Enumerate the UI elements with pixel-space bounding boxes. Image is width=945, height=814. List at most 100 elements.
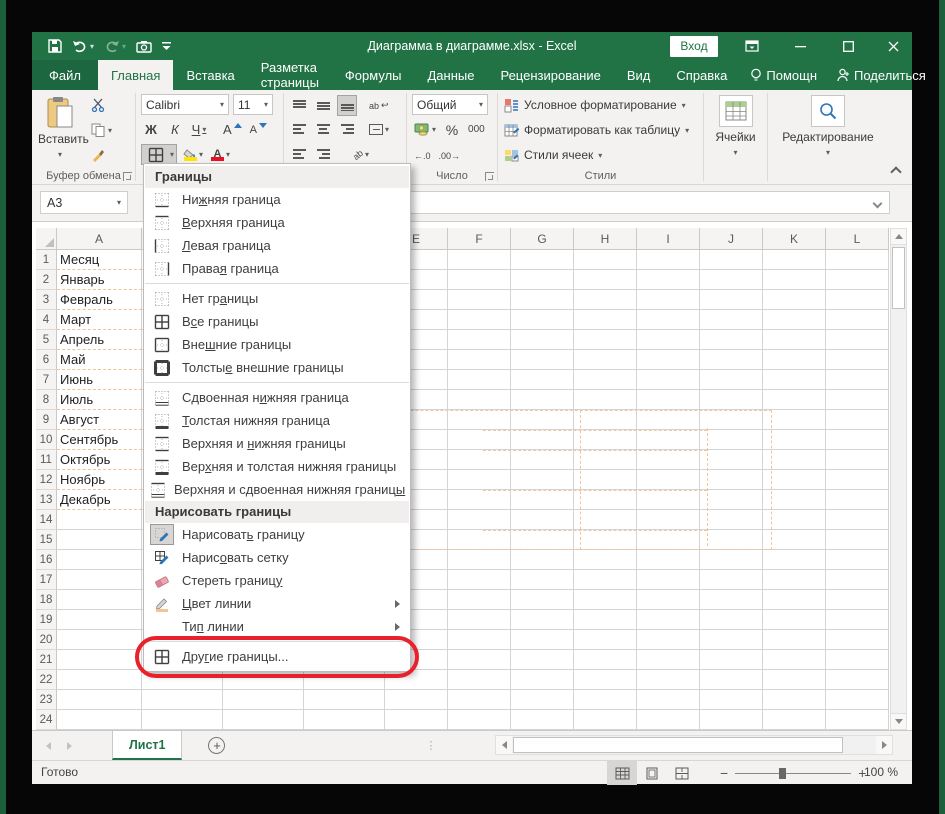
grid-cell-I16[interactable] xyxy=(637,550,700,570)
wrap-text-button[interactable]: ab↩ xyxy=(367,95,391,116)
grid-cell-H8[interactable] xyxy=(574,390,637,410)
grid-cell-F16[interactable] xyxy=(448,550,511,570)
grid-cell-I2[interactable] xyxy=(637,270,700,290)
orientation-button[interactable]: ab ▾ xyxy=(351,144,371,165)
grid-cell-G23[interactable] xyxy=(511,690,574,710)
grid-cell-F18[interactable] xyxy=(448,590,511,610)
grid-cell-L5[interactable] xyxy=(826,330,889,350)
borders-button[interactable]: ▾ xyxy=(141,144,177,165)
maximize-button[interactable] xyxy=(828,32,868,60)
menu-item[interactable]: Толстые внешние границы xyxy=(144,356,410,379)
grid-cell-H14[interactable] xyxy=(574,510,637,530)
grid-cell-L23[interactable] xyxy=(826,690,889,710)
grid-cell-G21[interactable] xyxy=(511,650,574,670)
comma-style-button[interactable]: 000 xyxy=(466,119,487,140)
grid-cell-J1[interactable] xyxy=(700,250,763,270)
grid-cell-F10[interactable] xyxy=(448,430,511,450)
grid-cell-J5[interactable] xyxy=(700,330,763,350)
grid-cell-L14[interactable] xyxy=(826,510,889,530)
grid-cell-F17[interactable] xyxy=(448,570,511,590)
grid-cell-L21[interactable] xyxy=(826,650,889,670)
grid-cell-G13[interactable] xyxy=(511,490,574,510)
grid-cell-G4[interactable] xyxy=(511,310,574,330)
grid-cell-G6[interactable] xyxy=(511,350,574,370)
grid-cell-F2[interactable] xyxy=(448,270,511,290)
grid-cell-F7[interactable] xyxy=(448,370,511,390)
menu-item[interactable]: Верхняя и нижняя границы xyxy=(144,432,410,455)
grid-cell-K24[interactable] xyxy=(763,710,826,730)
number-format-combo[interactable]: Общий ▾ xyxy=(412,94,488,115)
menu-item[interactable]: Правая граница xyxy=(144,257,410,280)
grid-cell-J15[interactable] xyxy=(700,530,763,550)
align-middle-button[interactable] xyxy=(313,95,333,116)
copy-button[interactable]: ▾ xyxy=(88,119,115,141)
grid-cell-I10[interactable] xyxy=(637,430,700,450)
grid-cell-F21[interactable] xyxy=(448,650,511,670)
grid-cell-K23[interactable] xyxy=(763,690,826,710)
row-header-20[interactable]: 20 xyxy=(36,630,57,650)
ribbon-display-options-button[interactable] xyxy=(735,32,769,60)
menu-item[interactable]: Нижняя граница xyxy=(144,188,410,211)
increase-decimal-button[interactable]: ←.0 xyxy=(412,145,433,166)
column-header-J[interactable]: J xyxy=(700,228,763,250)
grid-cell-L1[interactable] xyxy=(826,250,889,270)
tab-рецензирование[interactable]: Рецензирование xyxy=(487,60,613,90)
number-dialog-launcher-icon[interactable] xyxy=(485,172,494,181)
grid-cell-A3[interactable]: Февраль xyxy=(57,290,142,310)
grid-cell-J8[interactable] xyxy=(700,390,763,410)
grid-cell-L16[interactable] xyxy=(826,550,889,570)
menu-item[interactable]: Толстая нижняя граница xyxy=(144,409,410,432)
row-header-13[interactable]: 13 xyxy=(36,490,57,510)
grid-cell-L17[interactable] xyxy=(826,570,889,590)
grid-cell-L18[interactable] xyxy=(826,590,889,610)
grid-cell-A23[interactable] xyxy=(57,690,142,710)
grid-cell-G15[interactable] xyxy=(511,530,574,550)
grow-font-button[interactable]: A xyxy=(221,119,244,140)
column-header-H[interactable]: H xyxy=(574,228,637,250)
grid-cell-A24[interactable] xyxy=(57,710,142,730)
grid-cell-H19[interactable] xyxy=(574,610,637,630)
grid-cell-K21[interactable] xyxy=(763,650,826,670)
grid-cell-A13[interactable]: Декабрь xyxy=(57,490,142,510)
grid-cell-A9[interactable]: Август xyxy=(57,410,142,430)
grid-cell-J24[interactable] xyxy=(700,710,763,730)
grid-cell-F1[interactable] xyxy=(448,250,511,270)
grid-cell-L24[interactable] xyxy=(826,710,889,730)
grid-cell-D23[interactable] xyxy=(304,690,385,710)
grid-cell-K22[interactable] xyxy=(763,670,826,690)
grid-cell-A19[interactable] xyxy=(57,610,142,630)
grid-cell-H7[interactable] xyxy=(574,370,637,390)
row-header-11[interactable]: 11 xyxy=(36,450,57,470)
grid-cell-K1[interactable] xyxy=(763,250,826,270)
grid-cell-B24[interactable] xyxy=(142,710,223,730)
grid-cell-I8[interactable] xyxy=(637,390,700,410)
grid-cell-I9[interactable] xyxy=(637,410,700,430)
grid-cell-F22[interactable] xyxy=(448,670,511,690)
align-left-button[interactable] xyxy=(289,119,309,140)
grid-cell-H21[interactable] xyxy=(574,650,637,670)
grid-cell-I5[interactable] xyxy=(637,330,700,350)
accounting-format-button[interactable]: ▾ xyxy=(412,119,438,140)
grid-cell-J9[interactable] xyxy=(700,410,763,430)
grid-cell-G19[interactable] xyxy=(511,610,574,630)
grid-cell-I14[interactable] xyxy=(637,510,700,530)
grid-cell-A2[interactable]: Январь xyxy=(57,270,142,290)
name-box[interactable]: A3 ▾ xyxy=(40,191,128,214)
grid-cell-J6[interactable] xyxy=(700,350,763,370)
scroll-right-button[interactable] xyxy=(876,736,892,754)
grid-cell-I1[interactable] xyxy=(637,250,700,270)
grid-cell-A1[interactable]: Месяц xyxy=(57,250,142,270)
grid-cell-J2[interactable] xyxy=(700,270,763,290)
tab-справка[interactable]: Справка xyxy=(663,60,740,90)
page-break-view-button[interactable] xyxy=(667,761,697,785)
grid-cell-G24[interactable] xyxy=(511,710,574,730)
row-header-4[interactable]: 4 xyxy=(36,310,57,330)
collapse-ribbon-icon[interactable] xyxy=(890,166,901,177)
grid-cell-F15[interactable] xyxy=(448,530,511,550)
grid-cell-A21[interactable] xyxy=(57,650,142,670)
grid-cell-L11[interactable] xyxy=(826,450,889,470)
menu-item[interactable]: Стереть границу xyxy=(144,569,410,592)
grid-cell-J20[interactable] xyxy=(700,630,763,650)
grid-cell-K8[interactable] xyxy=(763,390,826,410)
scroll-up-button[interactable] xyxy=(891,229,906,245)
